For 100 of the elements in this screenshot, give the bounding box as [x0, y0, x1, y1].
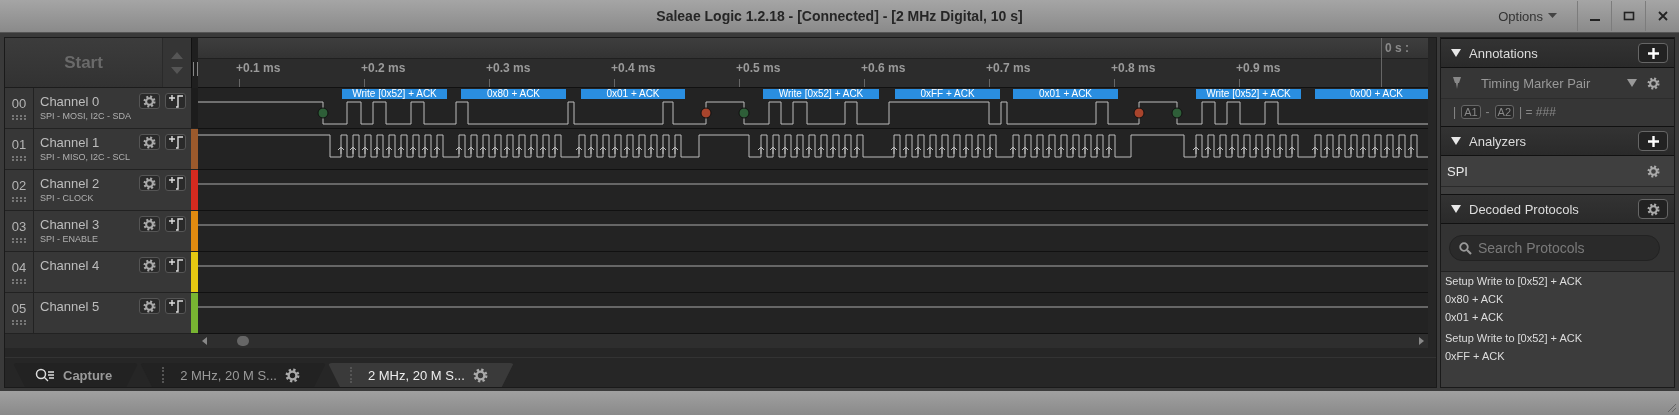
search-list-icon — [35, 367, 55, 383]
caret-icon — [1548, 13, 1557, 19]
decoded-protocol-row[interactable]: Setup Write to [0x52] + ACK — [1441, 272, 1674, 290]
plus-edge-icon — [167, 135, 184, 149]
channel-name: Channel 1 — [40, 135, 101, 150]
trigger-button[interactable] — [165, 298, 186, 314]
trigger-button[interactable] — [165, 257, 186, 273]
maximize-icon — [1622, 10, 1635, 22]
grip-dots-icon — [12, 197, 26, 202]
window-title: Saleae Logic 1.2.18 - [Connected] - [2 MHz Digital, 10 s] — [656, 8, 1023, 24]
marker-dot — [1133, 107, 1145, 119]
add-button[interactable] — [1638, 131, 1668, 151]
gear-icon — [1647, 164, 1660, 178]
resize-grip-icon[interactable] — [1665, 401, 1677, 413]
marker-badge: A1 — [1461, 105, 1481, 119]
grip-dots-icon — [12, 279, 26, 284]
panel-title: Analyzers — [1469, 133, 1528, 149]
gear-icon — [143, 135, 156, 149]
channel-settings-button[interactable] — [139, 257, 160, 273]
channel-settings-button[interactable] — [139, 298, 160, 314]
scroll-thumb[interactable] — [237, 336, 249, 346]
plus-edge-icon — [167, 217, 184, 231]
time-tick-label: +0.7 ms — [986, 61, 1031, 75]
channel-number: 00 — [11, 96, 27, 111]
session-tab[interactable]: 2 MHz, 20 M S... — [327, 363, 514, 387]
session-tab[interactable]: 2 MHz, 20 M S... — [140, 363, 326, 387]
decoded-protocol-row[interactable]: 0x01 + ACK — [1441, 308, 1674, 326]
time-tick-label: +0.1 ms — [236, 61, 281, 75]
collapse-triangle-icon — [1451, 48, 1461, 58]
channel-settings-button[interactable] — [139, 216, 160, 232]
channel-number: 05 — [11, 301, 27, 316]
time-tick-label: +0.9 ms — [1236, 61, 1281, 75]
marker-badge: A2 — [1494, 105, 1515, 119]
channel-number: 01 — [11, 137, 27, 152]
channel-name: Channel 4 — [40, 258, 101, 273]
decoded-data-label: 0x80 + ACK — [461, 89, 566, 99]
scroll-right-icon[interactable] — [1417, 336, 1425, 346]
channel-description: SPI - MOSI, I2C - SDA — [40, 111, 132, 121]
grip-dots-icon — [12, 156, 26, 161]
decoded-protocol-row[interactable]: 0xFF + ACK — [1441, 347, 1674, 365]
close-icon — [1656, 10, 1669, 22]
channel-name: Channel 2 — [40, 176, 101, 191]
plus-edge-icon — [167, 176, 184, 190]
pin-icon — [1453, 77, 1461, 89]
gear-icon — [143, 258, 156, 272]
dropdown-triangle-icon[interactable] — [1627, 79, 1637, 87]
decoded-data-label: Write [0x52] + ACK — [1196, 89, 1301, 99]
scroll-left-icon[interactable] — [201, 336, 209, 346]
horizontal-scrollbar[interactable] — [5, 334, 1428, 348]
marker-dot — [1171, 107, 1183, 119]
trigger-button[interactable] — [165, 93, 186, 109]
channel-name: Channel 3 — [40, 217, 101, 232]
decoded-data-label: 0xFF + ACK — [895, 89, 1000, 99]
gear-icon — [1647, 76, 1660, 90]
collapse-triangle-icon — [1451, 204, 1461, 214]
time-tick-label: +0.2 ms — [361, 61, 406, 75]
channel-description: SPI - MISO, I2C - SCL — [40, 152, 132, 162]
channel-settings-button[interactable] — [139, 175, 160, 191]
formula-text: | = ### — [1519, 105, 1556, 119]
session-tab[interactable]: Capture — [13, 363, 139, 387]
settings-button[interactable] — [1638, 199, 1668, 219]
gear-icon — [284, 367, 300, 383]
trigger-button[interactable] — [165, 216, 186, 232]
formula-text: | — [1453, 105, 1457, 119]
plus-edge-icon — [167, 94, 184, 108]
panel-title: Annotations — [1469, 45, 1539, 61]
plus-edge-icon — [167, 299, 184, 313]
gear-icon — [143, 94, 156, 108]
channel-name: Channel 0 — [40, 94, 101, 109]
time-tick-label: +0.3 ms — [486, 61, 531, 75]
channel-name: Channel 5 — [40, 299, 101, 314]
time-tick-label: +0.4 ms — [611, 61, 656, 75]
channel-number: 04 — [11, 260, 27, 275]
decoded-data-label: Write [0x52] + ACK — [763, 89, 879, 99]
channel-number: 02 — [11, 178, 27, 193]
panel-title: Decoded Protocols — [1469, 201, 1580, 217]
search-field[interactable]: Search Protocols — [1449, 235, 1660, 261]
add-button[interactable] — [1638, 43, 1668, 63]
decoded-data-label: 0x01 + ACK — [581, 89, 685, 99]
decoded-protocol-row[interactable]: 0x80 + ACK — [1441, 290, 1674, 308]
channel-description: SPI - CLOCK — [40, 193, 95, 203]
options-menu[interactable]: Options — [1498, 8, 1557, 24]
grip-dots-icon — [12, 115, 26, 120]
channel-description: SPI - ENABLE — [40, 234, 100, 244]
minimize-icon — [1589, 19, 1600, 21]
decoded-protocol-row[interactable]: Setup Write to [0x52] + ACK — [1441, 329, 1674, 347]
channel-settings-button[interactable] — [139, 134, 160, 150]
grip-dots-icon — [12, 320, 26, 325]
channel-settings-button[interactable] — [139, 93, 160, 109]
trigger-button[interactable] — [165, 134, 186, 150]
gear-icon — [143, 217, 156, 231]
cursor-time-label: 0 s : — [1385, 41, 1409, 55]
trigger-button[interactable] — [165, 175, 186, 191]
marker-dot — [738, 107, 750, 119]
time-tick-label: +0.6 ms — [861, 61, 906, 75]
decoded-data-label: 0x00 + ACK — [1315, 89, 1428, 99]
grip-dots-icon — [12, 238, 26, 243]
time-tick-label: +0.5 ms — [736, 61, 781, 75]
marker-dot — [317, 107, 329, 119]
decoded-data-label: 0x01 + ACK — [1013, 89, 1118, 99]
